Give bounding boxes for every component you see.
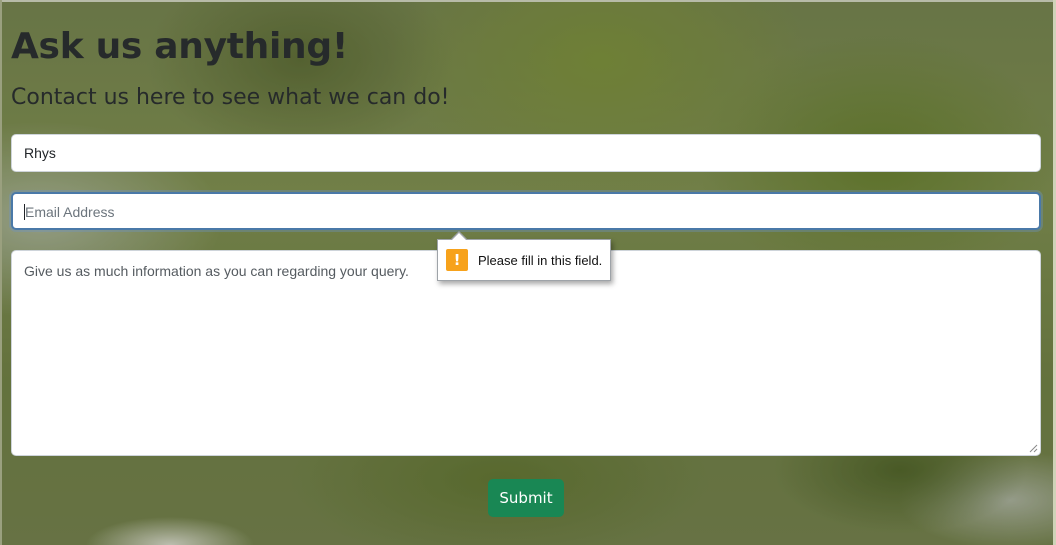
validation-message: Please fill in this field.	[478, 252, 603, 268]
submit-button[interactable]: Submit	[488, 479, 564, 517]
contact-page: Ask us anything! Contact us here to see …	[0, 0, 1056, 545]
resize-grip-icon[interactable]	[1029, 444, 1038, 453]
email-field[interactable]: Email Address	[11, 192, 1041, 230]
warning-icon: !	[446, 249, 468, 271]
name-field[interactable]: Rhys	[11, 134, 1041, 172]
email-placeholder: Email Address	[25, 204, 115, 220]
page-subtitle: Contact us here to see what we can do!	[11, 85, 450, 110]
message-placeholder: Give us as much information as you can r…	[24, 263, 409, 279]
text-caret	[24, 204, 25, 221]
page-title: Ask us anything!	[11, 26, 348, 67]
validation-tooltip: ! Please fill in this field.	[437, 231, 612, 281]
